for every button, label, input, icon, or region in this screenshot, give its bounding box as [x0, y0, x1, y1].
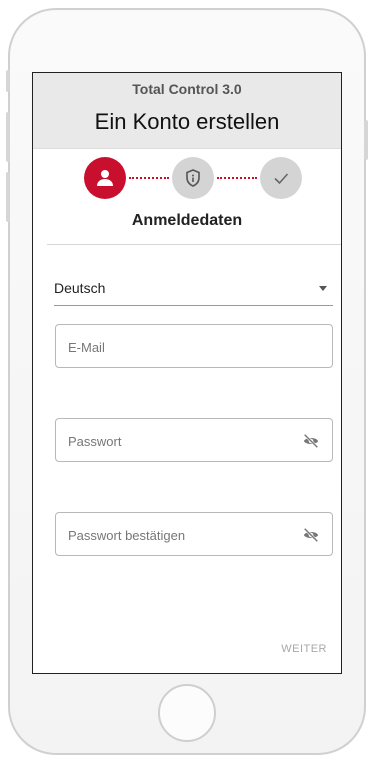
chevron-down-icon: [319, 286, 327, 291]
password-field[interactable]: [55, 418, 333, 463]
step-confirm[interactable]: [260, 157, 302, 199]
eye-off-icon[interactable]: [302, 432, 320, 450]
page-title: Ein Konto erstellen: [94, 109, 280, 134]
step-connector: [129, 177, 169, 179]
step-security[interactable]: [172, 157, 214, 199]
volume-up-button: [6, 112, 10, 162]
volume-down-button: [6, 172, 10, 222]
check-icon: [274, 173, 289, 185]
stepper: [33, 157, 341, 199]
divider: [47, 244, 341, 245]
next-button[interactable]: WEITER: [281, 643, 327, 655]
password-input[interactable]: [66, 419, 290, 463]
app-screen: Total Control 3.0 Ein Konto erstellen An…: [32, 72, 342, 674]
password-confirm-field[interactable]: [55, 512, 333, 557]
password-confirm-input[interactable]: [66, 513, 290, 557]
language-value: Deutsch: [54, 280, 106, 296]
app-title: Total Control 3.0: [132, 81, 242, 97]
step-connector: [217, 177, 257, 179]
home-button[interactable]: [158, 684, 216, 742]
person-icon: [97, 170, 113, 186]
mute-switch: [6, 70, 10, 92]
eye-off-icon[interactable]: [302, 526, 320, 544]
email-field[interactable]: [55, 324, 333, 369]
step-credentials[interactable]: [84, 157, 126, 199]
email-input[interactable]: [66, 325, 290, 369]
power-button: [364, 120, 368, 160]
language-select[interactable]: Deutsch: [54, 269, 333, 306]
step-title: Anmeldedaten: [131, 212, 243, 229]
header: Total Control 3.0 Ein Konto erstellen: [33, 73, 341, 149]
shield-icon: [186, 169, 200, 187]
